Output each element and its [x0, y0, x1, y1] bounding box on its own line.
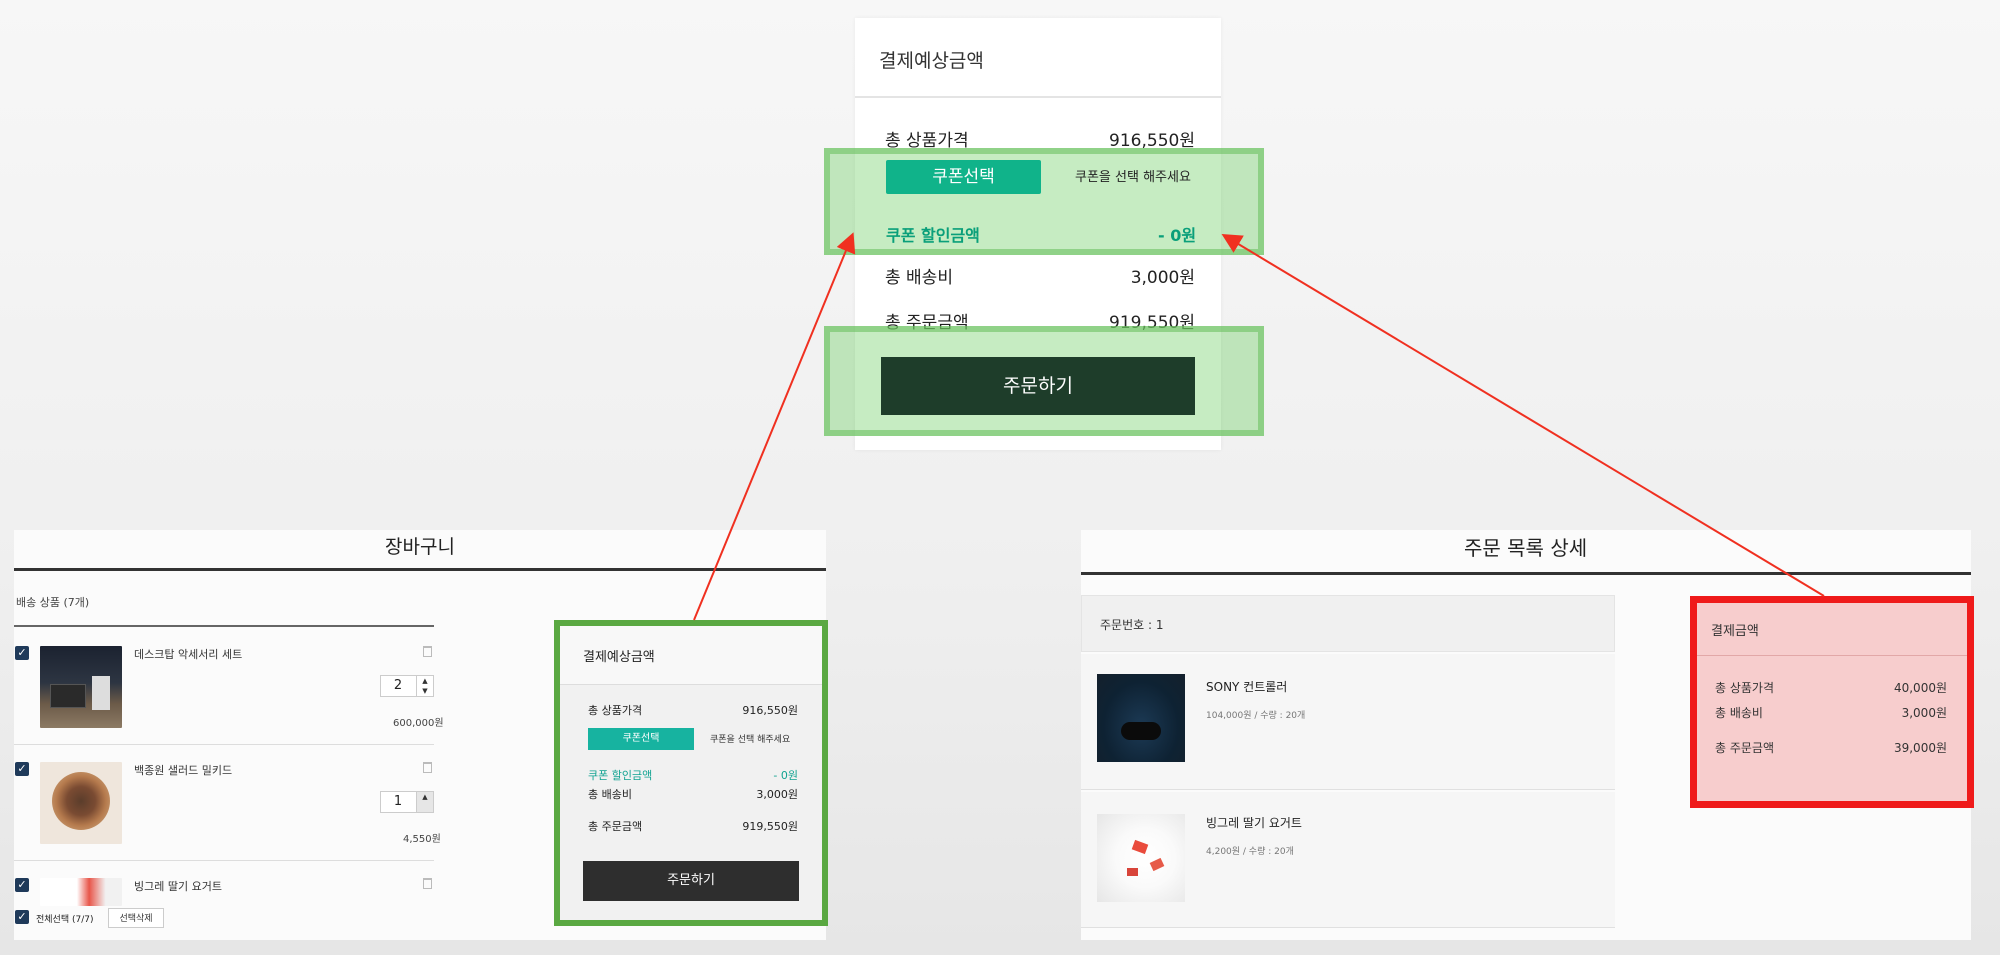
- arrow-to-coupon-right: [1221, 233, 1825, 597]
- arrow-to-coupon-left: [693, 232, 856, 621]
- annotation-arrows: [693, 232, 1825, 621]
